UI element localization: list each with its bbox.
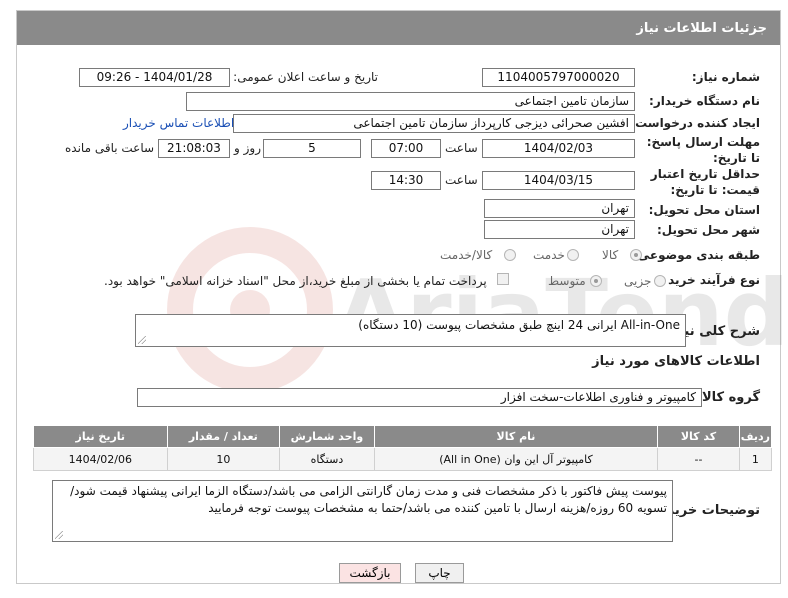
col-need-date: تاریخ نیاز bbox=[33, 425, 168, 448]
cell-item-code: -- bbox=[657, 447, 740, 471]
cell-unit: دستگاه bbox=[279, 447, 375, 471]
back-button[interactable]: بازگشت bbox=[339, 563, 401, 583]
col-row-number: ردیف bbox=[738, 425, 773, 448]
need-number-field: 1104005797000020 bbox=[482, 68, 635, 87]
col-item-code: کد کالا bbox=[657, 425, 740, 448]
print-button[interactable]: چاپ bbox=[415, 563, 464, 583]
need-summary-field: All-in-One ایرانی 24 اینچ طبق مشخصات پیو… bbox=[135, 314, 686, 347]
page-title: جزئیات اطلاعات نیاز bbox=[17, 11, 780, 45]
cell-item-name: کامپیوتر آل این وان (All in One) bbox=[373, 447, 659, 471]
cell-need-date: 1404/02/06 bbox=[33, 447, 168, 471]
cell-row-number: 1 bbox=[738, 447, 773, 471]
remaining-label: ساعت باقی مانده bbox=[65, 141, 155, 155]
process-option-medium: متوسط bbox=[548, 274, 586, 288]
resize-grip-icon[interactable] bbox=[138, 336, 146, 344]
reply-date-field: 1404/02/03 bbox=[482, 139, 635, 158]
remaining-time-field: 21:08:03 bbox=[158, 139, 230, 158]
resize-grip-icon[interactable] bbox=[55, 531, 63, 539]
goods-section-title: اطلاعات کالاهای مورد نیاز bbox=[592, 354, 760, 369]
col-unit: واحد شمارش bbox=[279, 425, 375, 448]
buyer-org-field: سازمان تامین اجتماعی bbox=[186, 92, 635, 111]
table-row: 1 -- کامپیوتر آل این وان (All in One) دس… bbox=[33, 447, 773, 471]
goods-table: ردیف کد کالا نام کالا واحد شمارش تعداد /… bbox=[33, 425, 773, 471]
reply-time-field: 07:00 bbox=[371, 139, 441, 158]
buyer-contact-link[interactable]: اطلاعات تماس خریدار bbox=[123, 116, 234, 130]
cell-quantity: 10 bbox=[166, 447, 281, 471]
province-field: تهران bbox=[484, 199, 635, 218]
col-item-name: نام کالا bbox=[373, 425, 659, 448]
days-field: 5 bbox=[263, 139, 361, 158]
validity-date-field: 1404/03/15 bbox=[482, 171, 635, 190]
treasury-payment-note: پرداخت تمام یا بخشی از مبلغ خرید،از محل … bbox=[104, 274, 487, 288]
category-option-service: خدمت bbox=[533, 248, 565, 262]
city-label: شهر محل تحویل: bbox=[656, 223, 760, 237]
reply-deadline-label: مهلت ارسال پاسخ: تا تاریخ: bbox=[646, 135, 760, 165]
category-radio-goods-service[interactable] bbox=[504, 249, 516, 261]
process-radio-medium[interactable] bbox=[590, 275, 602, 287]
process-radio-minor[interactable] bbox=[654, 275, 666, 287]
process-option-minor: جزیی bbox=[624, 274, 652, 288]
category-radio-goods[interactable] bbox=[630, 249, 642, 261]
validity-time-field: 14:30 bbox=[371, 171, 441, 190]
need-summary-text: All-in-One ایرانی 24 اینچ طبق مشخصات پیو… bbox=[358, 318, 680, 332]
requester-label: ایجاد کننده درخواست: bbox=[630, 116, 760, 130]
announce-datetime-field: 1404/01/28 - 09:26 bbox=[79, 68, 230, 87]
city-field: تهران bbox=[484, 220, 635, 239]
days-label: روز و bbox=[234, 141, 261, 155]
category-radio-service[interactable] bbox=[567, 249, 579, 261]
category-option-goods: کالا bbox=[602, 248, 619, 262]
requester-field: افشین صحرائی دیزجی کارپرداز سازمان تامین… bbox=[233, 114, 635, 133]
goods-group-field: کامپیوتر و فناوری اطلاعات-سخت افزار bbox=[137, 388, 702, 407]
treasury-payment-checkbox[interactable] bbox=[497, 273, 509, 285]
validity-time-label: ساعت bbox=[445, 173, 478, 187]
process-type-label: نوع فرآیند خرید : bbox=[659, 273, 760, 287]
buyer-org-label: نام دستگاه خریدار: bbox=[649, 94, 760, 108]
announce-label: تاریخ و ساعت اعلان عمومی: bbox=[233, 70, 378, 84]
need-number-label: شماره نیاز: bbox=[691, 70, 760, 84]
price-validity-label: حداقل تاریخ اعتبار قیمت: تا تاریخ: bbox=[650, 167, 760, 197]
province-label: استان محل تحویل: bbox=[648, 203, 760, 217]
goods-group-label: گروه کالا: bbox=[696, 390, 760, 405]
goods-table-header: ردیف کد کالا نام کالا واحد شمارش تعداد /… bbox=[33, 425, 773, 448]
category-label: طبقه بندی موضوعی: bbox=[632, 248, 760, 262]
buyer-notes-field: پیوست پیش فاکتور با ذکر مشخصات فنی و مدت… bbox=[52, 480, 673, 542]
buyer-notes-text: پیوست پیش فاکتور با ذکر مشخصات فنی و مدت… bbox=[70, 484, 667, 515]
category-option-goods-service: کالا/خدمت bbox=[440, 248, 493, 262]
reply-time-label: ساعت bbox=[445, 141, 478, 155]
col-quantity: تعداد / مقدار bbox=[166, 425, 281, 448]
